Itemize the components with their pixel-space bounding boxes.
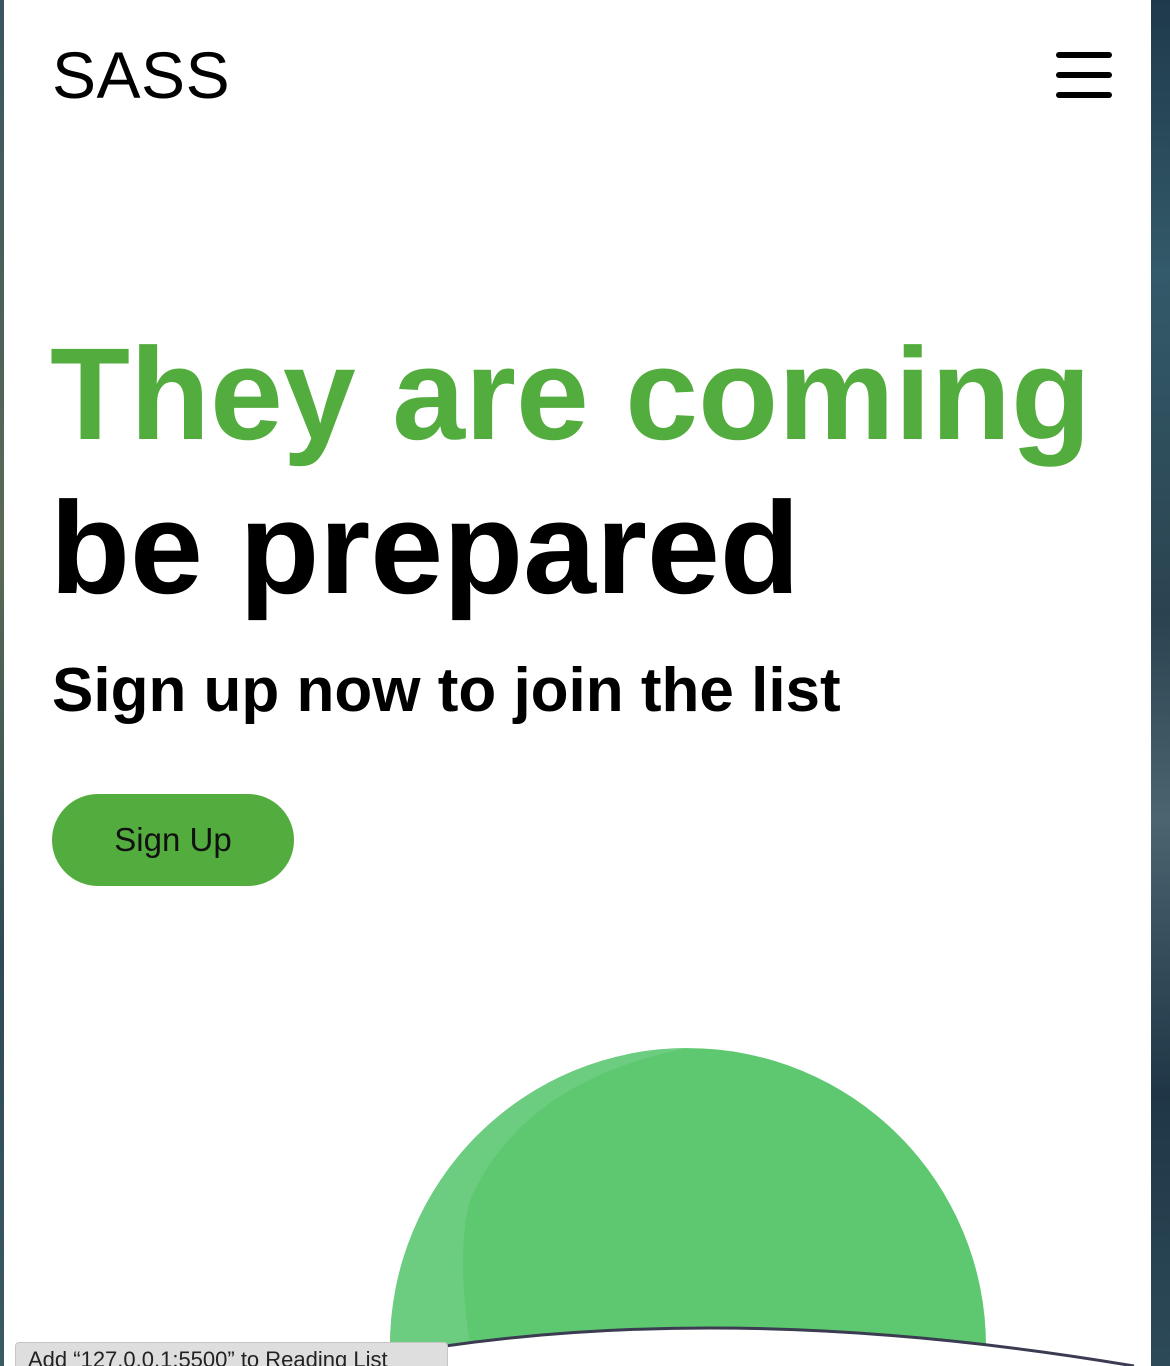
hero-illustration-circle: [333, 1048, 1135, 1366]
browser-viewport: SASS They are coming be prepared Sign up…: [4, 0, 1151, 1366]
status-bar-tooltip: Add “127.0.0.1:5500” to Reading List: [15, 1342, 448, 1366]
circle-main: [390, 1048, 986, 1366]
desktop-background-right-edge: [1151, 0, 1170, 1366]
